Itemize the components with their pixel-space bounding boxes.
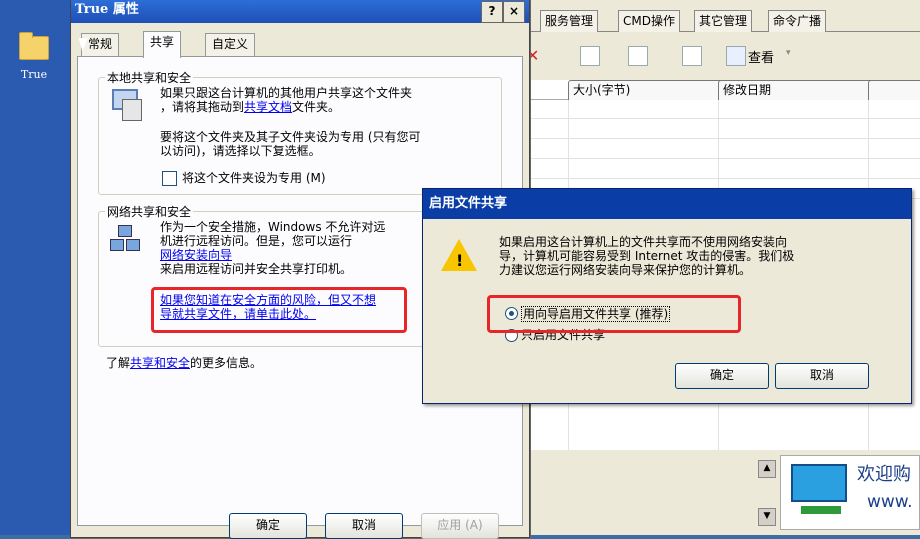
properties-title: True 属性 [75, 2, 139, 17]
network-line2: 机进行远程访问。但是，您可以运行 [160, 234, 353, 248]
local-line2: ，请将其拖动到共享文档文件夹。 [160, 100, 341, 114]
ok-button[interactable]: 确定 [229, 513, 307, 539]
network-base-icon [801, 506, 841, 514]
network-line4: 来启用远程访问并安全共享打印机。 [160, 262, 353, 276]
view-label[interactable]: 查看 [748, 47, 774, 66]
warning-exclamation-icon: ! [456, 251, 464, 270]
grid-line [500, 178, 920, 179]
apply-button[interactable]: 应用 (A) [421, 513, 499, 539]
view-icon[interactable] [726, 46, 746, 66]
modal-message-line2: 导，计算机可能容易受到 Internet 攻击的侵害。我们极 [499, 249, 795, 263]
up-folder-icon[interactable] [580, 46, 600, 66]
welcome-url: www. [867, 492, 913, 512]
chevron-down-icon[interactable]: ▾ [786, 48, 791, 58]
modal-ok-button[interactable]: 确定 [675, 363, 769, 389]
tab-customize[interactable]: 自定义 [205, 33, 256, 56]
app-toolbar: ✕ 查看 ▾ [500, 32, 920, 80]
new-file-icon[interactable] [628, 46, 648, 66]
tab-other-management[interactable]: 其它管理 [694, 10, 753, 32]
folder-icon [19, 32, 49, 60]
network-line1: 作为一个安全措施，Windows 不允许对远 [160, 220, 386, 234]
welcome-banner: 欢迎购 www. [780, 455, 920, 530]
private-checkbox[interactable] [162, 171, 177, 186]
cancel-button[interactable]: 取消 [325, 513, 403, 539]
network-computers-icon [110, 225, 140, 255]
refresh-icon[interactable] [682, 46, 702, 66]
modal-message-line1: 如果启用这台计算机上的文件共享而不使用网络安装向 [499, 235, 788, 249]
welcome-text: 欢迎购 [857, 464, 911, 485]
shared-documents-link[interactable]: 共享文档 [244, 100, 292, 114]
file-list-header: 大小(字节) 修改日期 [500, 80, 920, 102]
properties-title-bar: True 属性 ? × [71, 0, 529, 23]
highlight-box-risk-link [151, 287, 407, 333]
modal-message-line3: 力建议您运行网络安装向导来保护您的计算机。 [499, 263, 752, 277]
close-button[interactable]: × [503, 1, 525, 23]
help-button[interactable]: ? [481, 1, 503, 23]
properties-tabs: 常规 共享 自定义 [77, 31, 527, 58]
network-wizard-link[interactable]: 网络安装向导 [160, 248, 232, 262]
grid-line [500, 138, 920, 139]
enable-file-sharing-dialog: 启用文件共享 ! 如果启用这台计算机上的文件共享而不使用网络安装向 导，计算机可… [422, 188, 912, 404]
modal-title: 启用文件共享 [423, 189, 911, 219]
tab-command-broadcast[interactable]: 命令广播 [768, 10, 827, 32]
local-sharing-legend: 本地共享和安全 [107, 71, 192, 85]
column-size[interactable]: 大小(字节) [568, 80, 724, 102]
scroll-down-icon[interactable]: ▼ [758, 508, 776, 526]
computer-share-icon [110, 89, 142, 121]
desktop-icon-label: True [20, 68, 48, 81]
app-tab-bar: 服务管理 CMD操作 其它管理 命令广播 [500, 10, 920, 32]
info-line: 了解共享和安全的更多信息。 [106, 356, 263, 370]
column-modified[interactable]: 修改日期 [718, 80, 874, 102]
private-line2: 以访问)，请选择以下复选框。 [160, 144, 321, 158]
tab-general[interactable]: 常规 [81, 33, 120, 56]
network-sharing-legend: 网络共享和安全 [107, 205, 192, 219]
tab-sharing[interactable]: 共享 [143, 31, 182, 58]
tab-cmd[interactable]: CMD操作 [618, 10, 680, 32]
modal-cancel-button[interactable]: 取消 [775, 363, 869, 389]
scroll-up-icon[interactable]: ▲ [758, 460, 776, 478]
desktop-folder-true[interactable]: True [14, 32, 54, 81]
local-line1: 如果只跟这台计算机的其他用户共享这个文件夹 [160, 86, 413, 100]
private-line1: 要将这个文件夹及其子文件夹设为专用 (只有您可 [160, 130, 421, 144]
grid-line [500, 118, 920, 119]
tab-service-management[interactable]: 服务管理 [540, 10, 599, 32]
column-extra[interactable] [868, 80, 920, 102]
private-checkbox-label[interactable]: 将这个文件夹设为专用 (M) [182, 171, 326, 185]
highlight-box-wizard-option [487, 295, 741, 333]
sharing-security-link[interactable]: 共享和安全 [130, 356, 190, 370]
grid-line [500, 158, 920, 159]
network-icon [791, 464, 847, 502]
